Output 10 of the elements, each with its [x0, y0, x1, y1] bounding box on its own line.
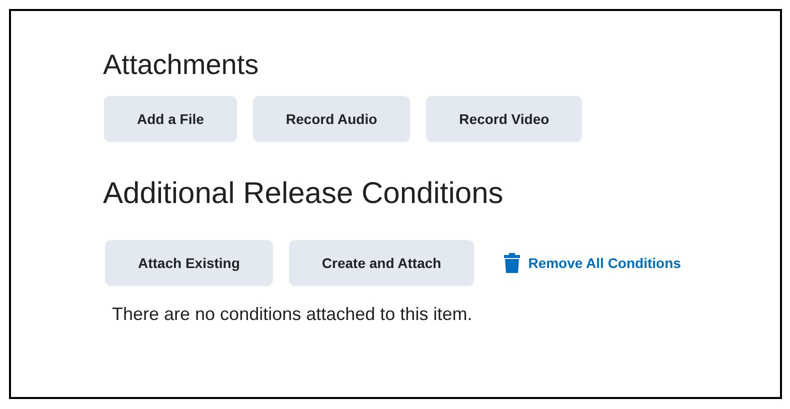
attachment-button[interactable]: Record Video: [426, 96, 582, 142]
section-heading: Attachments: [103, 48, 260, 82]
empty-message: There are no conditions attached to this item.: [112, 304, 474, 325]
attachment-button[interactable]: Record Audio: [252, 96, 410, 142]
remove-all-link[interactable]: Remove All Conditions: [504, 253, 681, 273]
condition-button[interactable]: Attach Existing: [105, 240, 273, 286]
condition-button[interactable]: Create and Attach: [288, 240, 474, 286]
attachment-button[interactable]: Add a File: [104, 96, 237, 142]
trash-icon: [504, 253, 520, 273]
section-heading: Additional Release Conditions: [103, 176, 504, 212]
